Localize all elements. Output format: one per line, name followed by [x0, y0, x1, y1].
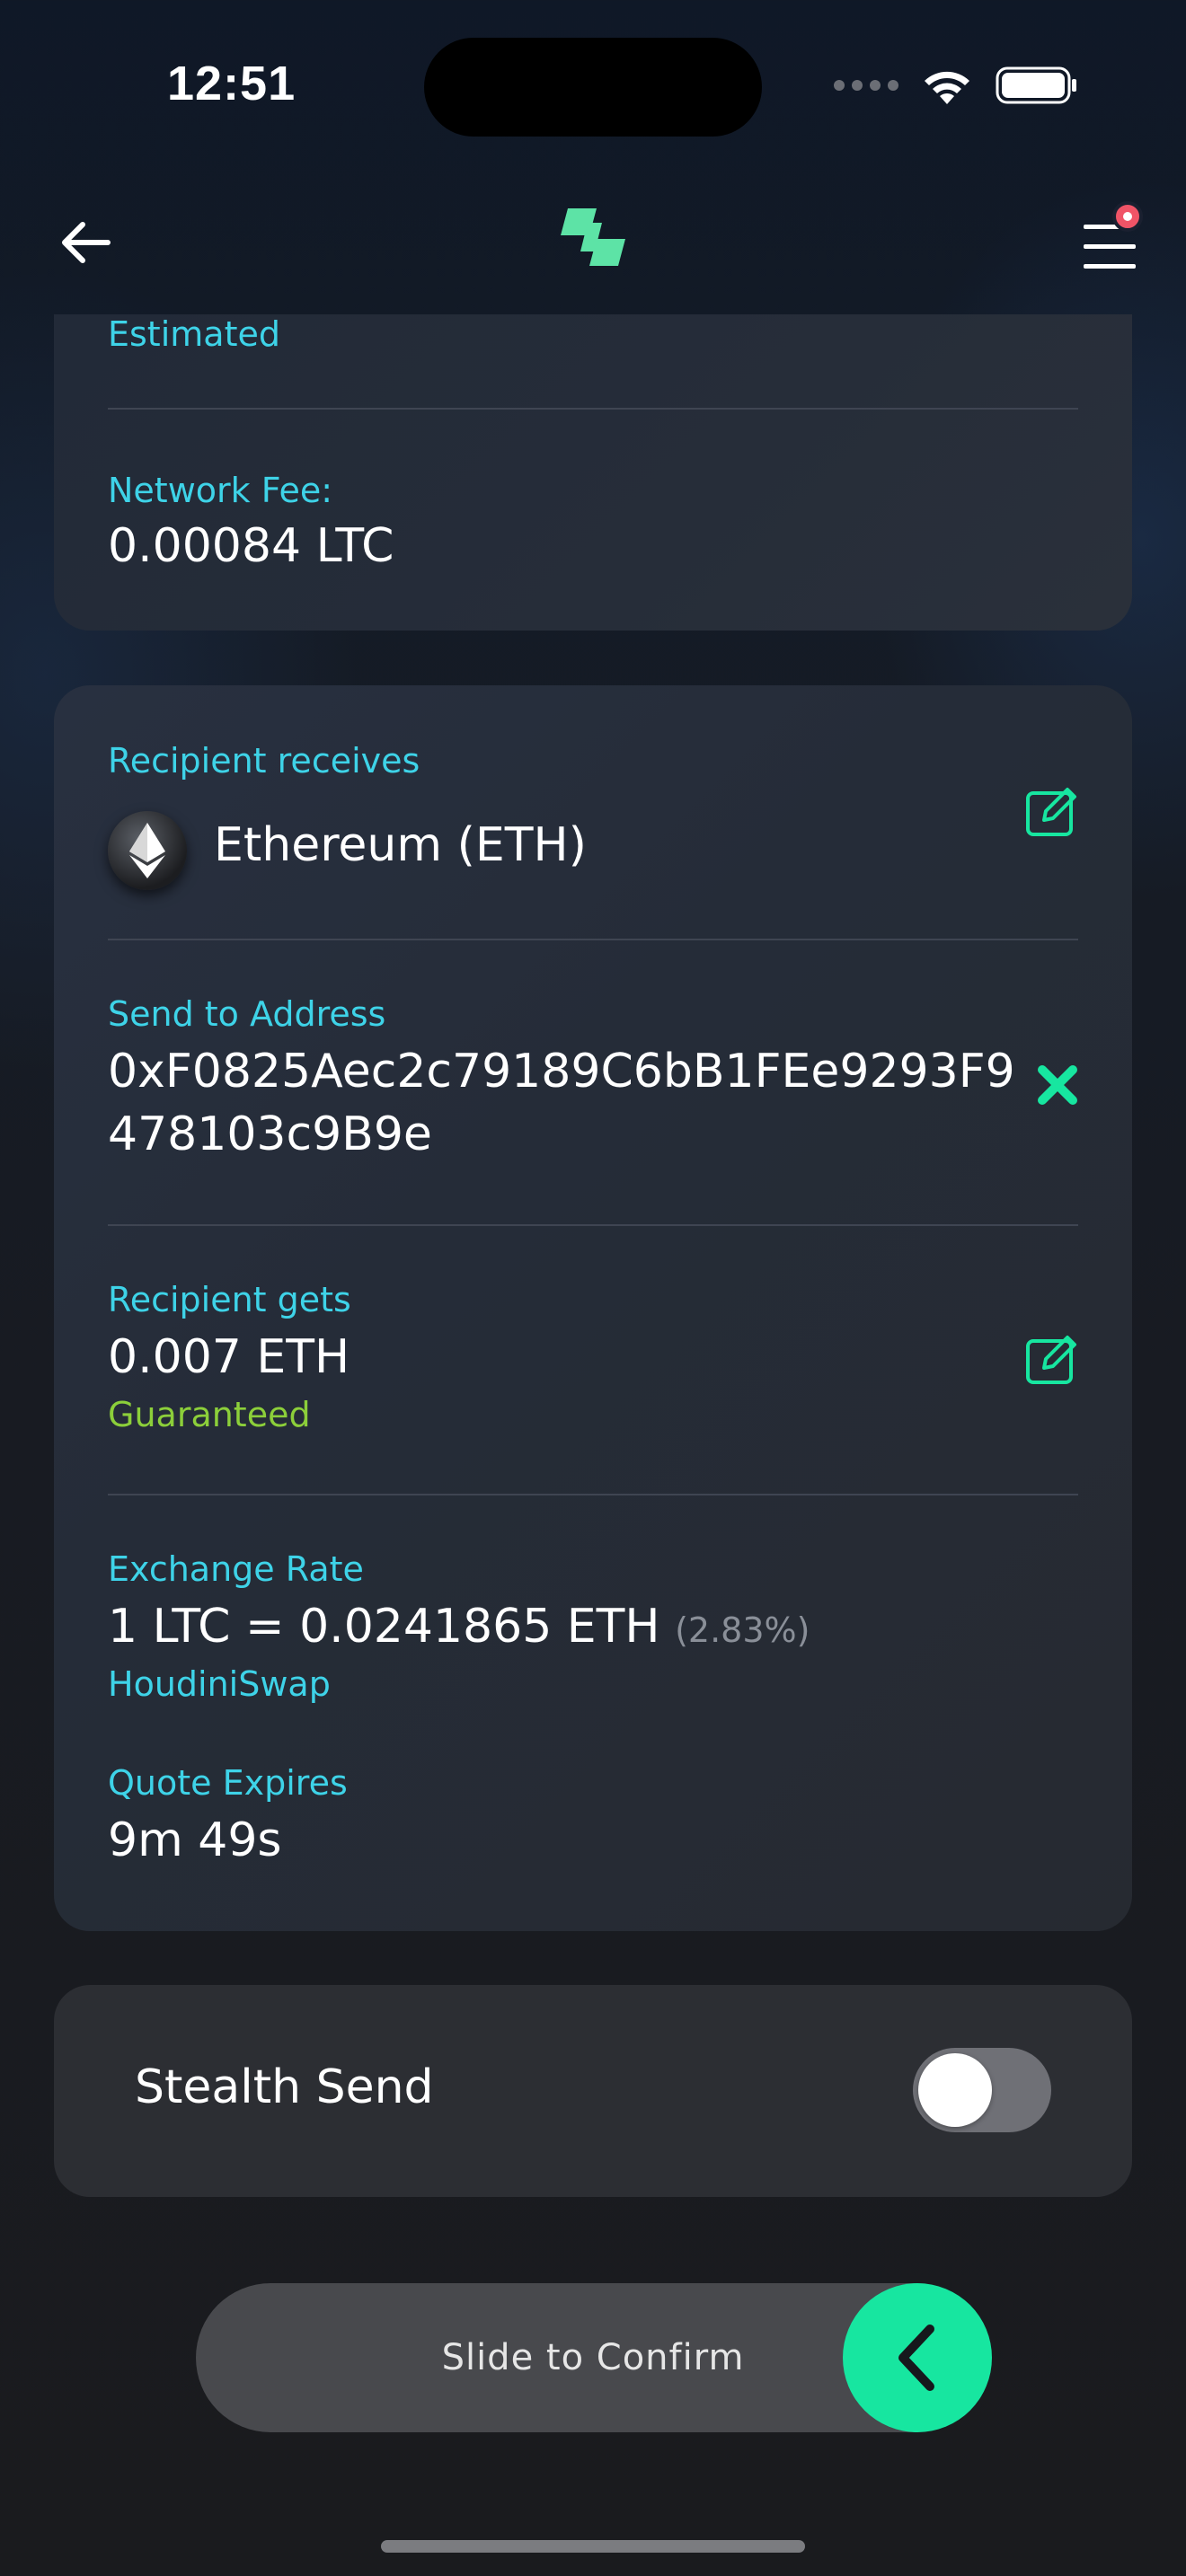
quote-expires-value: 9m 49s [108, 1813, 282, 1867]
clear-address-icon[interactable] [1035, 1063, 1080, 1107]
network-fee-label: Network Fee: [108, 471, 333, 510]
address-line-1: 0xF0825Aec2c79189C6bB1FEe9293F9 [108, 1045, 1015, 1098]
back-button[interactable] [40, 198, 129, 287]
network-fee-value: 0.00084 LTC [108, 519, 394, 573]
top-navigation [0, 171, 1186, 314]
status-bar: 12:51 [0, 0, 1186, 171]
recipient-gets-label: Recipient gets [108, 1280, 351, 1319]
provider-name: HoudiniSwap [108, 1664, 331, 1704]
estimated-label: Estimated [108, 314, 280, 354]
battery-icon [996, 66, 1076, 104]
stealth-send-toggle[interactable] [913, 2048, 1051, 2132]
send-to-address-label: Send to Address [108, 994, 386, 1034]
quote-expires-label: Quote Expires [108, 1763, 348, 1803]
chevron-left-icon [898, 2325, 934, 2391]
dynamic-island [424, 38, 762, 137]
stealth-send-card: Stealth Send [54, 1985, 1132, 2197]
slider-handle[interactable] [843, 2283, 992, 2432]
status-icons [834, 63, 1078, 108]
toggle-knob [918, 2053, 992, 2127]
home-indicator [381, 2540, 805, 2553]
ethereum-icon [108, 811, 187, 890]
guaranteed-label: Guaranteed [108, 1395, 311, 1434]
notification-badge [1112, 201, 1143, 232]
menu-button[interactable] [1069, 194, 1150, 284]
recipient-gets-value: 0.007 ETH [108, 1330, 350, 1384]
divider [108, 939, 1078, 940]
exchange-rate-label: Exchange Rate [108, 1549, 364, 1589]
wifi-icon [925, 71, 969, 104]
cellular-signal-icon [834, 80, 898, 91]
swap-details-card: Recipient receives Ethereum (ETH) Send t… [54, 685, 1132, 1931]
edit-icon[interactable] [1024, 1332, 1080, 1388]
arrow-left-icon [62, 222, 111, 263]
fee-card: Estimated Network Fee: 0.00084 LTC [54, 314, 1132, 631]
stealth-send-label: Stealth Send [135, 2060, 434, 2114]
status-time: 12:51 [167, 57, 296, 110]
address-line-2: 478103c9B9e [108, 1107, 432, 1161]
recipient-receives-label: Recipient receives [108, 741, 420, 781]
divider [108, 408, 1078, 410]
recipient-receives-value: Ethereum (ETH) [214, 818, 587, 872]
exchange-rate-value: 1 LTC = 0.0241865 ETH [108, 1600, 660, 1654]
exchange-rate-percentage: (2.83%) [675, 1610, 810, 1650]
brand-logo-icon [555, 199, 631, 275]
divider [108, 1224, 1078, 1226]
slide-to-confirm[interactable]: Slide to Confirm [196, 2283, 992, 2432]
edit-icon[interactable] [1024, 784, 1080, 840]
divider [108, 1494, 1078, 1495]
exchange-rate-row: 1 LTC = 0.0241865 ETH (2.83%) [108, 1600, 810, 1654]
